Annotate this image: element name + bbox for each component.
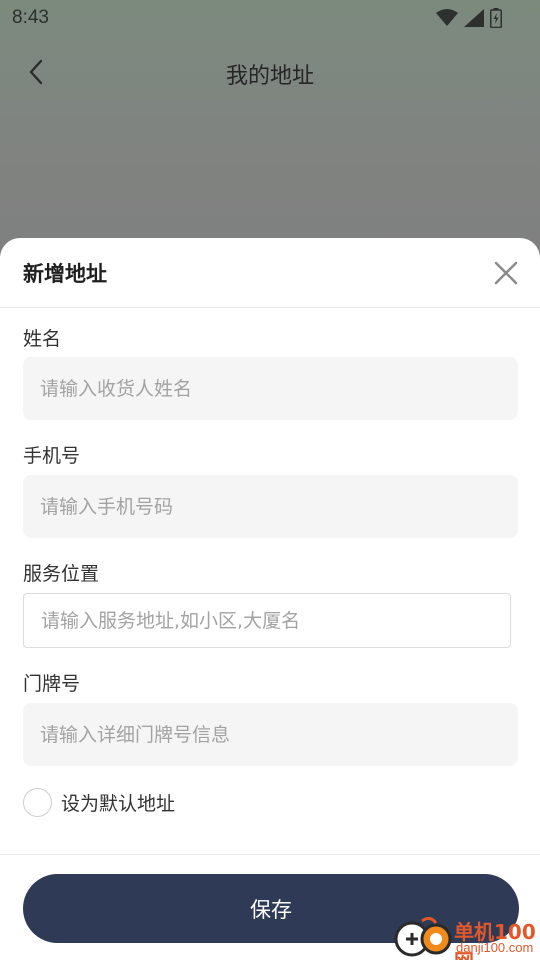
door-input[interactable] xyxy=(23,703,518,766)
door-label: 门牌号 xyxy=(23,673,81,695)
location-input[interactable] xyxy=(23,593,511,648)
location-label: 服务位置 xyxy=(23,563,100,585)
watermark: 单机100网 danji100.com xyxy=(392,913,538,960)
status-icons xyxy=(436,8,502,28)
name-label: 姓名 xyxy=(23,328,62,350)
nav-bar: 我的地址 xyxy=(0,46,540,102)
close-button[interactable] xyxy=(492,259,520,287)
battery-icon xyxy=(490,8,502,28)
watermark-url: danji100.com xyxy=(456,940,534,955)
divider xyxy=(0,854,540,855)
name-input[interactable] xyxy=(23,357,518,420)
sheet-title: 新增地址 xyxy=(23,262,107,286)
phone-label: 手机号 xyxy=(23,445,81,467)
watermark-logo-icon xyxy=(392,916,454,957)
wifi-icon xyxy=(436,9,458,27)
dimmed-backdrop[interactable] xyxy=(0,0,540,260)
status-bar: 8:43 xyxy=(0,0,540,36)
status-time: 8:43 xyxy=(12,7,49,28)
phone-input[interactable] xyxy=(23,475,518,538)
sheet-header: 新增地址 xyxy=(0,238,540,308)
close-icon xyxy=(492,261,520,291)
default-label: 设为默认地址 xyxy=(61,792,176,815)
default-radio[interactable] xyxy=(23,787,52,817)
add-address-sheet: 新增地址 姓名 手机号 服务位置 门牌号 设为默认地址 保存 xyxy=(0,238,540,960)
signal-icon xyxy=(464,9,484,27)
default-address-toggle[interactable]: 设为默认地址 xyxy=(23,787,175,817)
page-title: 我的地址 xyxy=(225,64,314,89)
